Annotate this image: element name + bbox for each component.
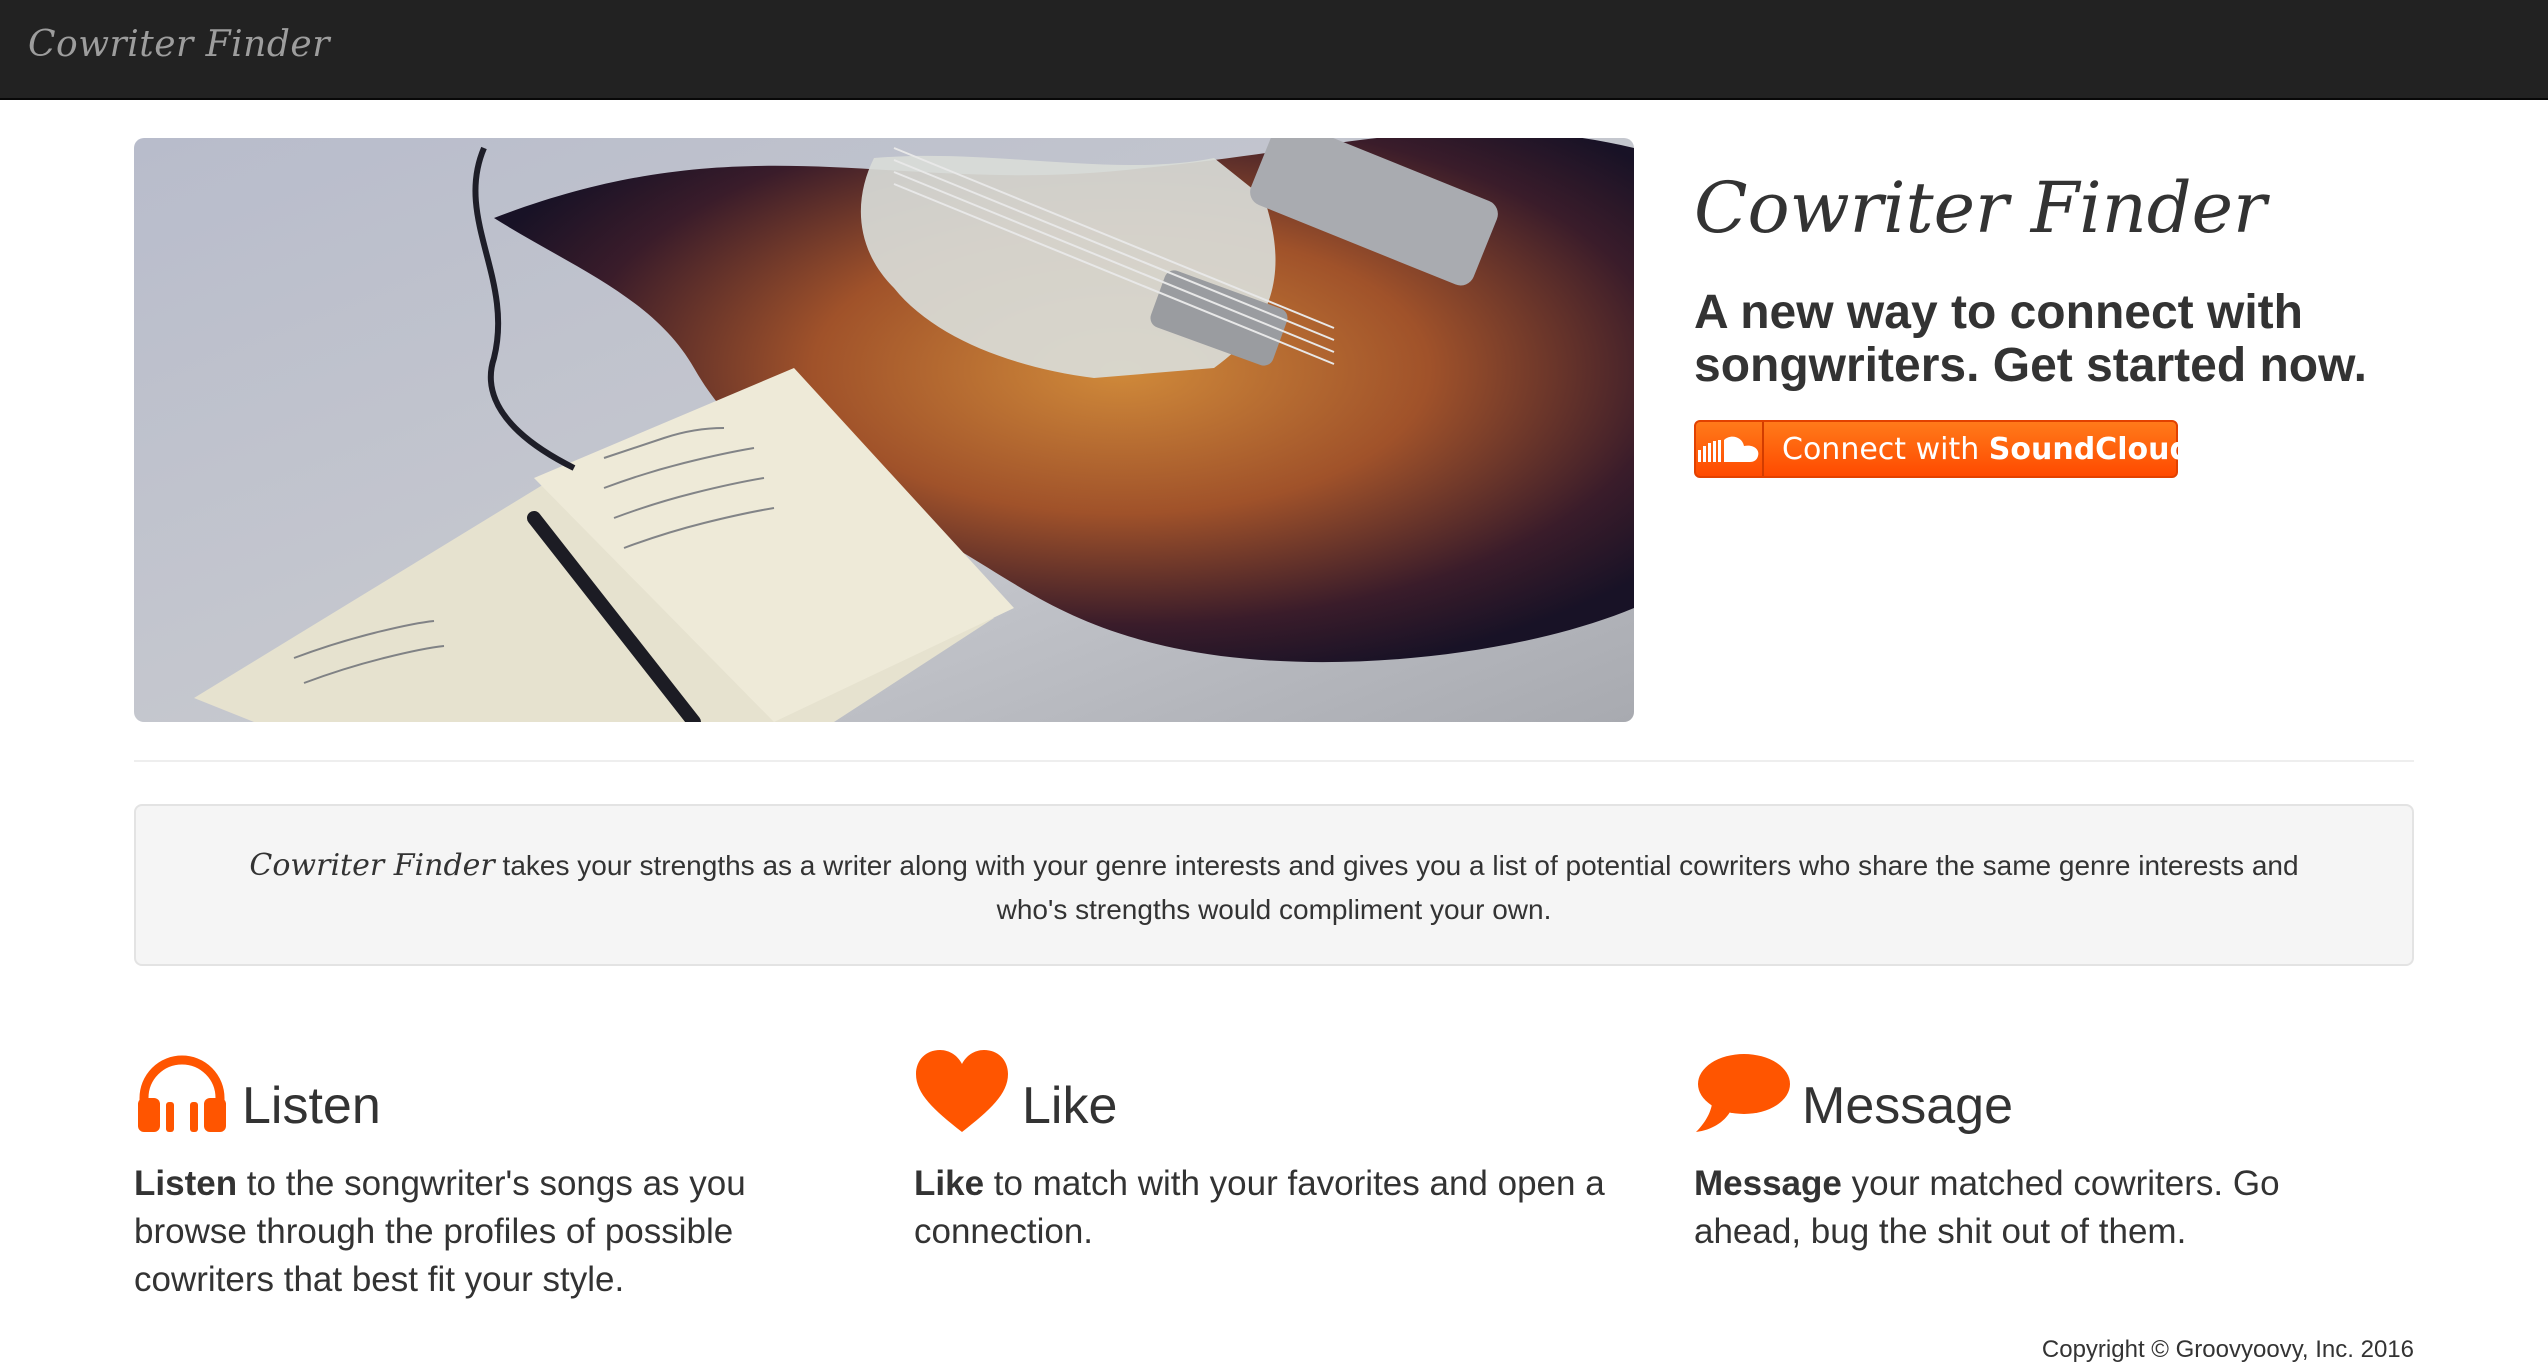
feature-message-heading: Message <box>1694 1050 2394 1134</box>
feature-message-title: Message <box>1802 1077 2013 1135</box>
soundcloud-button-label: Connect with SoundCloud <box>1764 432 2191 467</box>
navbar-brand[interactable]: Cowriter Finder <box>28 24 330 65</box>
hero-image-guitar-notebook <box>134 138 1634 722</box>
feature-listen-bold: Listen <box>134 1164 238 1203</box>
feature-message-text: Message your matched cowriters. Go ahead… <box>1694 1160 2394 1256</box>
hero-text-block: Cowriter Finder A new way to connect wit… <box>1694 170 2454 393</box>
speech-bubble-icon <box>1694 1050 1790 1134</box>
feature-listen-text: Listen to the songwriter's songs as you … <box>134 1160 834 1304</box>
feature-like-text: Like to match with your favorites and op… <box>914 1160 1614 1256</box>
connect-with-soundcloud-button[interactable]: Connect with SoundCloud <box>1694 420 2191 478</box>
feature-like-bold: Like <box>914 1164 985 1203</box>
heart-icon <box>914 1050 1010 1134</box>
feature-like-title: Like <box>1022 1077 1118 1135</box>
feature-listen: Listen Listen to the songwriter's songs … <box>134 1050 834 1304</box>
description-well: Cowriter Finder takes your strengths as … <box>134 804 2414 966</box>
feature-message-bold: Message <box>1694 1164 1842 1203</box>
soundcloud-button-prefix: Connect with <box>1782 431 1989 467</box>
hero-title: Cowriter Finder <box>1694 167 2267 249</box>
feature-like-body: to match with your favorites and open a … <box>914 1164 1605 1251</box>
feature-like: Like Like to match with your favorites a… <box>914 1050 1614 1256</box>
description-text: takes your strengths as a writer along w… <box>494 850 2299 925</box>
hero-subtitle: A new way to connect with songwriters. G… <box>1694 286 2368 392</box>
soundcloud-button-brand: SoundCloud <box>1988 431 2191 467</box>
top-navbar: Cowriter Finder <box>0 0 2548 100</box>
headphones-icon <box>134 1050 230 1134</box>
footer-copyright: Copyright © Groovyoovy, Inc. 2016 <box>2041 1336 2414 1362</box>
soundcloud-icon <box>1696 422 1764 476</box>
feature-listen-heading: Listen <box>134 1050 834 1134</box>
section-divider <box>134 760 2414 762</box>
feature-message: Message Message your matched cowriters. … <box>1694 1050 2394 1256</box>
feature-like-heading: Like <box>914 1050 1614 1134</box>
feature-listen-title: Listen <box>242 1077 381 1135</box>
description-brand: Cowriter Finder <box>249 848 495 883</box>
